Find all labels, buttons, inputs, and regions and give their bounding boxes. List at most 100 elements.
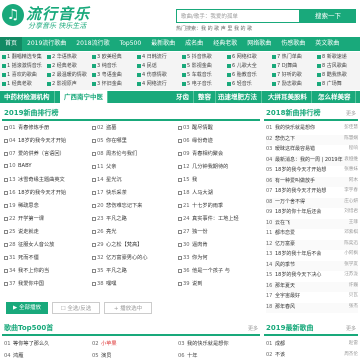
song-item[interactable]: 21 十七岁的雨季 bbox=[178, 202, 262, 212]
artist-name[interactable]: 赵雷 bbox=[349, 340, 358, 346]
checkbox-icon[interactable] bbox=[178, 216, 182, 221]
song-title[interactable]: 我的快乐就是想你 bbox=[187, 341, 229, 347]
tag-link[interactable]: 中药材检测机构 bbox=[0, 91, 55, 103]
song-title[interactable]: 周杰伦与我们 bbox=[106, 151, 137, 157]
song-item[interactable]: 03 我的快乐就是想你 bbox=[178, 340, 229, 350]
artist-name[interactable]: 李宇春 bbox=[344, 187, 358, 193]
song-item[interactable]: 36 他是一个孩子 与 bbox=[178, 267, 262, 277]
song-item[interactable]: 01 等你等了那么久 bbox=[4, 340, 49, 350]
song-title[interactable]: 说到 bbox=[192, 281, 202, 287]
tag-link[interactable]: 广西南宁中医 bbox=[60, 91, 108, 103]
tag-link[interactable]: 怎么样美容 bbox=[314, 91, 356, 103]
category-link[interactable]: 1 喜欢的歌曲 bbox=[2, 71, 46, 78]
nav-classic[interactable]: 经典老歌 bbox=[208, 37, 242, 51]
ranking-item[interactable]: 16 那年夏天 许巍 bbox=[266, 281, 358, 292]
checkbox-icon[interactable] bbox=[92, 255, 96, 260]
category-link[interactable]: 3 纯音乐 bbox=[92, 62, 136, 69]
checkbox-icon[interactable] bbox=[4, 163, 8, 168]
song-title[interactable]: 醒尽情醒 bbox=[192, 125, 213, 131]
song-title[interactable]: 18岁的你十年后还会 bbox=[275, 209, 321, 215]
song-item[interactable]: 11 父亲 bbox=[92, 163, 176, 173]
category-link[interactable]: 8 广场舞 bbox=[317, 80, 360, 87]
checkbox-icon[interactable] bbox=[178, 151, 182, 156]
song-title[interactable]: 云在飞 bbox=[275, 220, 290, 226]
checkbox-icon[interactable] bbox=[92, 203, 96, 208]
ranking-item[interactable]: 04 最新消息：我的一周 | 2019年 袁娅维 bbox=[266, 155, 358, 166]
category-link[interactable]: 4 日韩流行 bbox=[137, 53, 181, 60]
artist-name[interactable]: 张惠妹 bbox=[344, 166, 358, 172]
artist-name[interactable]: 邓紫棋 bbox=[344, 229, 358, 235]
song-title[interactable]: 18岁的我今天下决心 bbox=[275, 272, 321, 278]
checkbox-icon[interactable] bbox=[4, 138, 8, 143]
song-title[interactable]: 父亲 bbox=[106, 164, 116, 170]
ranking-item[interactable]: 02 不该 周杰伦 bbox=[266, 351, 358, 360]
song-title[interactable]: 有一种爱叫做放手 bbox=[275, 178, 315, 184]
song-title[interactable]: 不该 bbox=[275, 352, 285, 358]
song-item[interactable]: 06 缘份奇迹 bbox=[178, 137, 262, 147]
nav-famous[interactable]: 成名曲 bbox=[180, 37, 208, 51]
song-item[interactable]: 31 死而不僵 bbox=[4, 254, 88, 264]
song-item[interactable]: 29 心之松【梵高】 bbox=[92, 241, 176, 251]
checkbox-icon[interactable] bbox=[92, 242, 96, 247]
artist-name[interactable]: 彭佳慧 bbox=[344, 124, 358, 130]
artist-name[interactable]: 贝瓦 bbox=[349, 292, 358, 298]
checkbox-icon[interactable] bbox=[178, 125, 182, 130]
song-title[interactable]: 他是一个孩子 与 bbox=[192, 268, 230, 274]
checkbox-icon[interactable] bbox=[178, 190, 182, 195]
ranking-item[interactable]: 18 那年春风 张杰 bbox=[266, 302, 358, 313]
checkbox-icon[interactable] bbox=[4, 177, 8, 182]
song-title[interactable]: 鸿雁 bbox=[13, 353, 23, 359]
song-item[interactable]: 37 我爱你中国 bbox=[4, 280, 88, 290]
tag-link[interactable]: 大拼耳美股料 bbox=[264, 91, 312, 103]
checkbox-icon[interactable] bbox=[4, 281, 8, 286]
song-title[interactable]: 全宇宙最好 bbox=[275, 293, 300, 299]
nav-internet[interactable]: 网络歌曲 bbox=[242, 37, 276, 51]
song-title[interactable]: 都市恋爱 bbox=[275, 230, 295, 236]
song-item[interactable]: 30 逼肉肯 bbox=[178, 241, 262, 251]
checkbox-icon[interactable] bbox=[92, 216, 96, 221]
song-item[interactable]: 27 独一份 bbox=[178, 228, 262, 238]
artist-name[interactable]: 庄心妍 bbox=[344, 198, 358, 204]
category-link[interactable]: 3 怀旧金曲 bbox=[92, 80, 136, 87]
song-title[interactable]: 演员 bbox=[101, 353, 111, 359]
checkbox-icon[interactable] bbox=[178, 281, 182, 286]
song-title[interactable]: 你在哪里 bbox=[106, 138, 127, 144]
song-item[interactable]: 16 18岁的我今天才开始 bbox=[4, 189, 88, 199]
checkbox-icon[interactable] bbox=[178, 138, 182, 143]
song-item[interactable]: 24 真实事件：工地上轻 bbox=[178, 215, 262, 225]
artist-name[interactable]: 周杰伦 bbox=[344, 351, 358, 357]
artist-name[interactable]: 张杰 bbox=[349, 303, 358, 309]
checkbox-icon[interactable] bbox=[178, 203, 182, 208]
search-button[interactable]: 搜索一下 bbox=[300, 9, 356, 23]
song-item[interactable]: 08 周杰伦与我们 bbox=[92, 150, 176, 160]
category-link[interactable]: 4 网络流行 bbox=[137, 80, 181, 87]
category-link[interactable]: 2 最温暖的情歌 bbox=[47, 71, 91, 78]
song-item[interactable]: 03 醒尽情醒 bbox=[178, 124, 262, 134]
category-link[interactable]: 6 儿歌大全 bbox=[227, 62, 271, 69]
song-item[interactable]: 32 亿万富豪男心的心 bbox=[92, 254, 176, 264]
category-link[interactable]: 2 影视原声 bbox=[47, 80, 91, 87]
hot-search-links[interactable]: 热门搜索：我 的 歌 声 里 我 的 歌 bbox=[176, 25, 252, 32]
song-item[interactable]: 15 我 bbox=[178, 176, 262, 186]
song-title[interactable]: 最新消息：我的一周 | 2019年 bbox=[275, 157, 343, 163]
song-item[interactable]: 17 快乐采茶 bbox=[92, 189, 176, 199]
more-link[interactable]: 更多 bbox=[248, 325, 258, 332]
song-title[interactable]: BABY bbox=[18, 163, 32, 169]
song-item[interactable]: 07 爱的供养（言语回） bbox=[4, 150, 88, 160]
category-link[interactable]: 7 励志歌曲 bbox=[272, 80, 316, 87]
checkbox-icon[interactable] bbox=[4, 268, 8, 273]
category-link[interactable]: 1 翻唱精选专集 bbox=[2, 53, 46, 60]
category-link[interactable]: 3 粤语金曲 bbox=[92, 71, 136, 78]
category-link[interactable]: 3 欧美经典 bbox=[92, 53, 136, 60]
song-title[interactable]: 星光沉 bbox=[106, 177, 122, 183]
artist-name[interactable]: 阿木 bbox=[349, 177, 358, 183]
category-link[interactable]: 2 华语热歌 bbox=[47, 53, 91, 60]
artist-name[interactable]: 张学友 bbox=[344, 261, 358, 267]
category-link[interactable]: 5 抖音热歌 bbox=[182, 53, 226, 60]
song-title[interactable]: 平凡之路 bbox=[106, 216, 127, 222]
artist-name[interactable]: 刘惜君 bbox=[344, 208, 358, 214]
song-title[interactable]: 18岁的我今天才开始想 bbox=[275, 188, 326, 194]
play-selected-button[interactable]: + 播放选中 bbox=[104, 302, 152, 314]
song-title[interactable]: 冰雪奇缘主题曲英文 bbox=[18, 177, 65, 183]
ranking-item[interactable]: 05 18岁的我今天才开始想 张惠妹 bbox=[266, 166, 358, 176]
